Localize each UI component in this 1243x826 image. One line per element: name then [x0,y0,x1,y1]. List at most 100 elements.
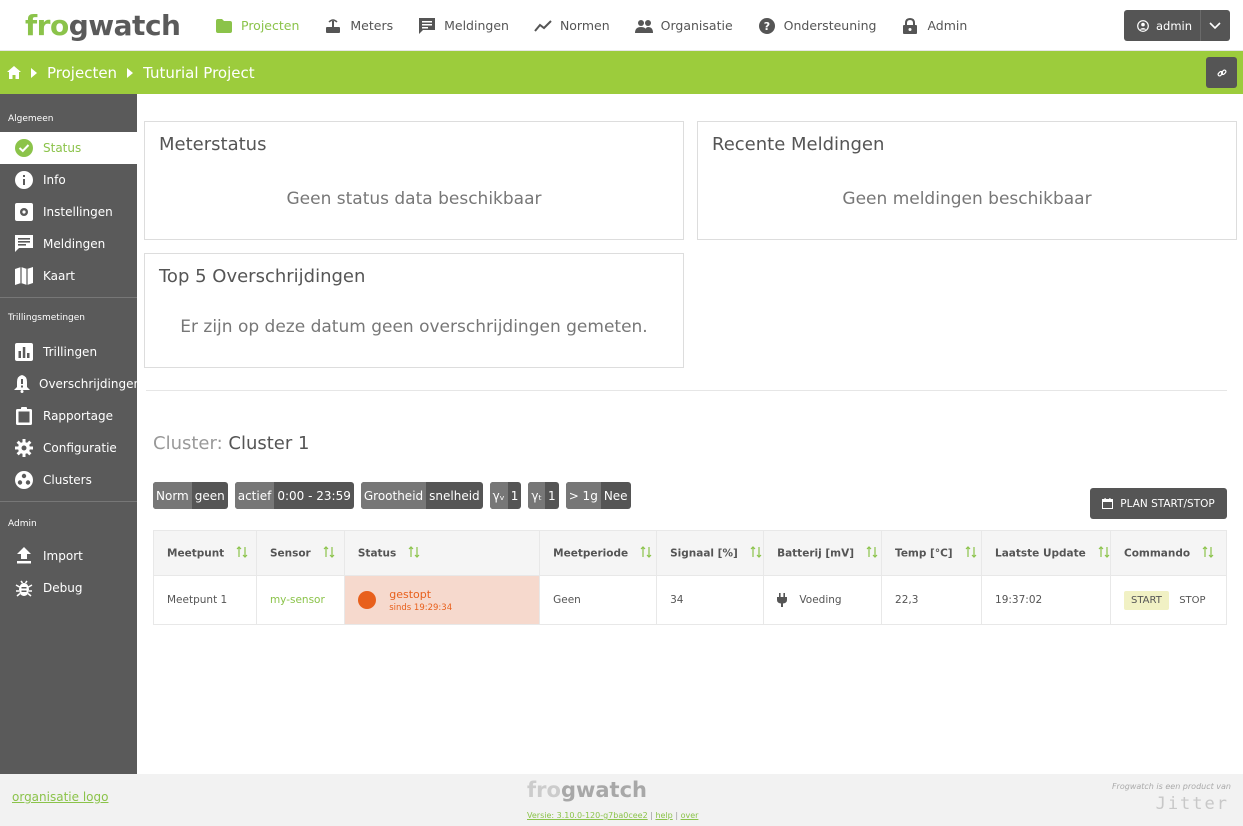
frogwatch-logo[interactable]: fr o gwatch [25,9,181,45]
sidebar-item-meldingen[interactable]: Meldingen [0,228,137,260]
column-header-temp[interactable]: Temp [°C] [881,530,983,576]
nav-item-ondersteuning[interactable]: ? Ondersteuning [758,0,877,51]
column-header-meetperiode[interactable]: Meetperiode [539,530,658,576]
version-link[interactable]: Versie: 3.10.0-120-g7ba0cee2 [527,811,648,820]
status-label: gestopt [389,587,432,601]
sidebar-section-trillingsmetingen: Trillingsmetingen [8,313,85,323]
main-nav: Projecten Meters Meldingen Normen Organi… [215,0,992,51]
sidebar-item-kaart[interactable]: Kaart [0,260,137,292]
nav-item-projecten[interactable]: Projecten [215,0,299,51]
sort-icon[interactable] [408,545,420,561]
nav-label: Ondersteuning [783,18,877,33]
sidebar-item-configuratie[interactable]: Configuratie [0,432,137,464]
sort-icon[interactable] [640,545,652,561]
sidebar-item-label: Clusters [43,473,92,487]
column-header-batterij[interactable]: Batterij [mV] [763,530,883,576]
cell-temp: 22,3 [881,575,983,625]
sort-icon[interactable] [1202,545,1214,561]
separator: | [675,811,679,820]
nav-item-normen[interactable]: Normen [534,0,610,51]
help-link[interactable]: help [655,811,672,820]
sidebar-item-label: Status [43,141,82,155]
tag-value: Nee [603,488,628,503]
column-header-meetpunt[interactable]: Meetpunt [153,530,257,576]
batterij-value: Voeding [799,594,842,606]
calendar-icon [1102,498,1114,509]
organisatie-logo-link[interactable]: organisatie logo [12,790,108,804]
column-header-status[interactable]: Status [343,530,541,576]
user-menu-button[interactable]: admin [1124,10,1230,41]
tag-key: > 1g [565,482,601,509]
sidebar-item-label: Import [43,549,83,563]
sidebar-item-info[interactable]: Info [0,164,137,196]
sidebar-item-label: Instellingen [43,205,113,219]
start-button[interactable]: START [1124,590,1169,610]
version-line: Versie: 3.10.0-120-g7ba0cee2 | help | ov… [527,811,698,820]
over-link[interactable]: over [681,811,699,820]
tag-key: actief [234,482,275,509]
check-circle-icon [14,138,34,158]
tag-key: γᵥ [489,482,508,509]
cell-signaal: 34 [656,575,765,625]
share-link-button[interactable] [1206,57,1237,88]
logo-text-o: o [50,9,69,42]
stop-button[interactable]: STOP [1179,595,1205,606]
home-icon[interactable] [7,66,21,79]
nav-label: Organisatie [660,18,733,33]
sidebar-item-instellingen[interactable]: Instellingen [0,196,137,228]
sidebar-item-import[interactable]: Import [0,540,137,572]
sidebar-item-overschrijdingen[interactable]: Overschrijdingen [0,368,141,400]
cluster-label: Cluster: [153,433,223,454]
status-text: gestopt sinds 19:29:34 [389,588,452,613]
header-label: Batterij [mV] [777,547,855,559]
nav-item-meters[interactable]: Meters [324,0,393,51]
recent-meldingen-card: Recente Meldingen Geen meldingen beschik… [697,121,1237,240]
sort-icon[interactable] [323,545,335,561]
sidebar-item-label: Kaart [43,269,76,283]
sidebar-item-clusters[interactable]: Clusters [0,464,137,496]
nav-item-admin[interactable]: Admin [901,0,967,51]
sort-icon[interactable] [965,545,977,561]
nav-item-organisatie[interactable]: Organisatie [634,0,733,51]
column-header-laatste-update[interactable]: Laatste Update [981,530,1111,576]
cell-meetperiode: Geen [539,575,658,625]
sort-icon[interactable] [866,545,878,561]
message-icon [14,234,34,254]
sort-icon[interactable] [1098,545,1110,561]
table-header-row: Meetpunt Sensor Status Meetperiode Signa… [153,530,1227,576]
tag-key: γₜ [528,482,546,509]
message-icon [418,17,436,35]
cell-sensor: my-sensor [255,575,345,625]
nav-label: Meldingen [444,18,509,33]
cluster-icon [14,470,34,490]
column-header-commando[interactable]: Commando [1110,530,1227,576]
column-header-signaal[interactable]: Signaal [%] [656,530,765,576]
logo-text-prefix: fr [25,9,51,42]
folder-icon [215,17,233,35]
sidebar-section-algemeen: Algemeen [8,114,54,124]
plan-start-stop-button[interactable]: PLAN START/STOP [1090,488,1227,519]
sidebar-item-status[interactable]: Status [0,132,137,164]
nav-item-meldingen[interactable]: Meldingen [418,0,509,51]
header-label: Laatste Update [995,547,1086,559]
tag-value: 1 [548,488,556,503]
sidebar-item-trillingen[interactable]: Trillingen [0,336,137,368]
column-header-sensor[interactable]: Sensor [255,530,345,576]
nav-label: Normen [559,18,610,33]
sidebar-item-label: Configuratie [43,441,117,455]
sort-icon[interactable] [236,545,248,561]
sidebar-item-rapportage[interactable]: Rapportage [0,400,137,432]
svg-text:?: ? [763,20,769,33]
sensor-link[interactable]: my-sensor [270,594,325,606]
breadcrumb-projecten[interactable]: Projecten [47,64,117,82]
jitter-logo: Jitter [1155,794,1229,814]
tag-actief: actief 0:00 - 23:59 [234,482,354,509]
tag-gamma-t: γₜ 1 [528,482,559,509]
tag-norm: Norm geen [153,482,228,509]
sidebar-item-debug[interactable]: Debug [0,572,137,604]
settings-box-icon [14,202,34,222]
frogwatch-footer-logo: frogwatch [527,778,647,802]
tag-value: 0:00 - 23:59 [277,488,351,503]
nav-label: Admin [927,18,968,33]
sort-icon[interactable] [750,545,762,561]
